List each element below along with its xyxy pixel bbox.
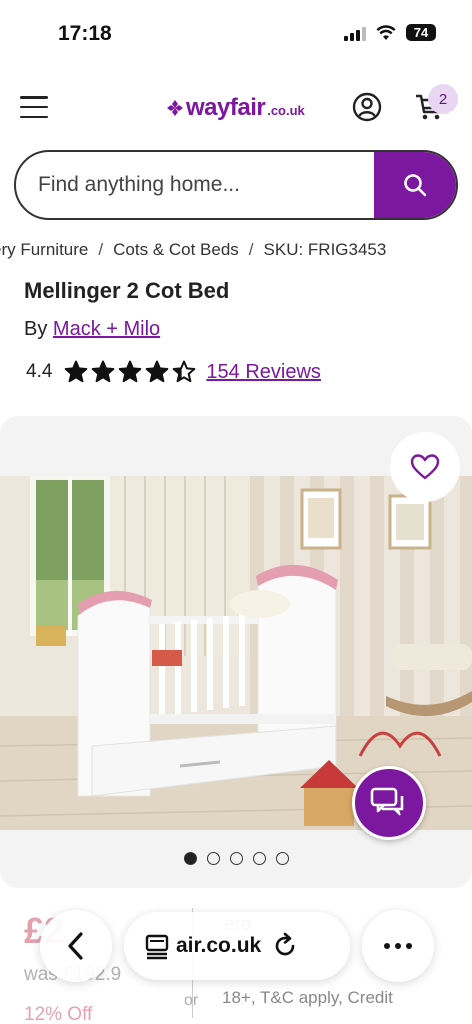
breadcrumb: ery Furniture / Cots & Cot Beds / SKU: F…: [0, 240, 386, 260]
chat-button[interactable]: [352, 766, 426, 840]
star-full-icon: [92, 360, 115, 383]
account-icon[interactable]: [352, 92, 382, 122]
breadcrumb-sku: SKU: FRIG3453: [263, 240, 387, 259]
browser-back-button[interactable]: [40, 910, 112, 982]
more-dot-icon: [395, 943, 401, 949]
rating-row: 4.4 154 Reviews: [26, 360, 321, 384]
brand-prefix: By: [24, 318, 48, 340]
search-input[interactable]: [38, 152, 378, 218]
logo-wordmark: wayfair: [186, 94, 266, 121]
search-button[interactable]: [374, 152, 456, 218]
status-time: 17:18: [58, 22, 112, 45]
breadcrumb-item[interactable]: ery Furniture: [0, 240, 88, 260]
star-full-icon: [119, 360, 142, 383]
star-full-icon: [146, 360, 169, 383]
pagination-dot[interactable]: [183, 852, 197, 865]
breadcrumb-separator: /: [248, 240, 254, 259]
menu-icon[interactable]: [20, 96, 48, 118]
star-half-icon: [173, 360, 196, 383]
pagination-dot[interactable]: [229, 852, 243, 865]
pagination-dot[interactable]: [252, 852, 266, 865]
cart-count-badge[interactable]: 2: [428, 84, 458, 114]
brand-line: By Mack + Milo: [24, 318, 160, 341]
logo-mark-icon: [167, 100, 183, 116]
reload-icon[interactable]: [271, 932, 299, 960]
logo-domain: .co.uk: [267, 103, 305, 118]
star-rating: [64, 360, 196, 384]
brand-link[interactable]: Mack + Milo: [53, 318, 160, 340]
promo-terms: 18+, T&C apply, Credit: [222, 988, 393, 1007]
wishlist-button[interactable]: [390, 432, 460, 502]
chevron-left-icon: [68, 932, 83, 960]
more-dot-icon: [406, 943, 412, 949]
browser-url: air.co.uk: [176, 934, 262, 957]
wifi-icon: [376, 24, 396, 40]
pagination-dot[interactable]: [275, 852, 289, 865]
product-title: Mellinger 2 Cot Bed: [24, 278, 230, 303]
promo-or: or: [184, 992, 199, 1009]
site-header: wayfair .co.uk 2: [0, 70, 472, 144]
pagination-dot[interactable]: [206, 852, 220, 865]
cellular-signal-icon: [344, 25, 366, 41]
page-menu-icon: [145, 934, 169, 960]
gallery-pagination: [0, 852, 472, 865]
chat-icon: [370, 787, 404, 816]
more-dot-icon: [384, 943, 390, 949]
search-bar: [14, 150, 458, 220]
browser-address-bar[interactable]: air.co.uk: [124, 912, 350, 980]
heart-icon: [410, 454, 440, 480]
rating-value: 4.4: [26, 361, 53, 382]
battery-indicator: 74: [406, 24, 436, 41]
reviews-link[interactable]: 154 Reviews: [206, 361, 321, 384]
browser-more-button[interactable]: [362, 910, 434, 982]
breadcrumb-separator: /: [98, 240, 104, 259]
status-bar: 17:18 74: [0, 0, 472, 70]
wayfair-logo[interactable]: wayfair .co.uk: [166, 94, 305, 122]
status-icons: 74: [344, 24, 436, 41]
breadcrumb-item[interactable]: Cots & Cot Beds: [113, 240, 239, 260]
star-full-icon: [65, 360, 88, 383]
search-icon: [404, 174, 427, 197]
discount-label: 12% Off: [24, 1004, 93, 1024]
